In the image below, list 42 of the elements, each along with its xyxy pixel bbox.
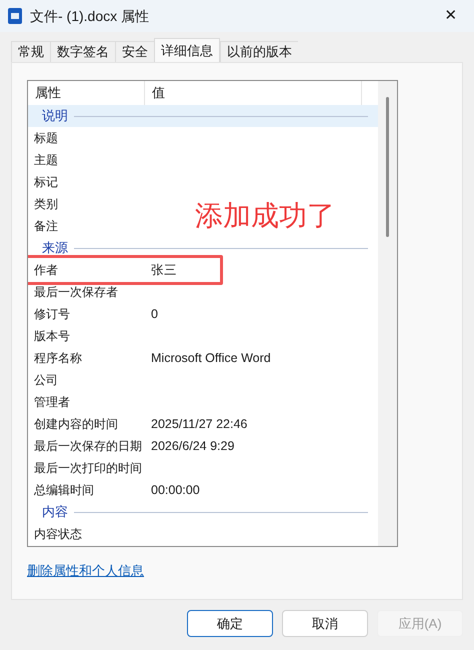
property-name[interactable]: 修订号 bbox=[28, 305, 145, 323]
section-label: 说明 bbox=[42, 107, 68, 126]
property-name[interactable]: 最后一次打印的时间 bbox=[28, 459, 145, 477]
section-row[interactable]: 说明 bbox=[28, 105, 378, 127]
property-name[interactable]: 版本号 bbox=[28, 327, 145, 345]
property-name[interactable]: 公司 bbox=[28, 371, 145, 389]
tab[interactable]: 常规 bbox=[11, 41, 50, 62]
scrollbar[interactable] bbox=[378, 81, 397, 546]
tab[interactable]: 数字签名 bbox=[50, 41, 115, 62]
property-name[interactable]: 程序名称 bbox=[28, 349, 145, 367]
annotation-text: 添加成功了 bbox=[195, 199, 335, 233]
window-title: 文件- (1).docx 属性 bbox=[30, 6, 150, 26]
document-icon bbox=[8, 8, 22, 24]
property-value: 0 bbox=[150, 306, 158, 323]
section-label: 内容 bbox=[42, 503, 68, 522]
section-row[interactable]: 来源 bbox=[28, 237, 378, 259]
property-name[interactable]: 标记 bbox=[28, 173, 145, 191]
tab[interactable]: 详细信息 bbox=[154, 38, 220, 62]
property-name[interactable]: 最后一次保存的日期 bbox=[28, 437, 145, 455]
property-name[interactable]: 管理者 bbox=[28, 393, 145, 411]
property-value: 张三 bbox=[150, 262, 177, 279]
property-name[interactable]: 主题 bbox=[28, 151, 145, 169]
property-name[interactable]: 作者 bbox=[28, 261, 145, 279]
dialog-button[interactable]: 确定 bbox=[187, 610, 273, 637]
property-value: 2026/6/24 9:29 bbox=[150, 438, 234, 455]
property-name[interactable]: 总编辑时间 bbox=[28, 481, 145, 499]
property-name[interactable]: 类别 bbox=[28, 195, 145, 213]
section-row[interactable]: 内容 bbox=[28, 501, 378, 523]
property-value: Microsoft Office Word bbox=[150, 350, 271, 367]
property-value: 2025/11/27 22:46 bbox=[150, 416, 248, 433]
property-name[interactable]: 备注 bbox=[28, 217, 145, 235]
section-label: 来源 bbox=[42, 239, 68, 258]
remove-properties-link[interactable]: 删除属性和个人信息 bbox=[27, 561, 144, 580]
property-name[interactable]: 标题 bbox=[28, 129, 145, 147]
property-name[interactable]: 创建内容的时间 bbox=[28, 415, 145, 433]
property-value: 00:00:00 bbox=[150, 482, 200, 499]
tab[interactable]: 以前的版本 bbox=[220, 41, 298, 62]
dialog-button[interactable]: 取消 bbox=[282, 610, 368, 637]
close-button[interactable]: ✕ bbox=[436, 4, 466, 28]
tab[interactable]: 安全 bbox=[115, 41, 154, 62]
property-name[interactable]: 最后一次保存者 bbox=[28, 283, 145, 301]
property-name[interactable]: 内容状态 bbox=[28, 525, 145, 543]
